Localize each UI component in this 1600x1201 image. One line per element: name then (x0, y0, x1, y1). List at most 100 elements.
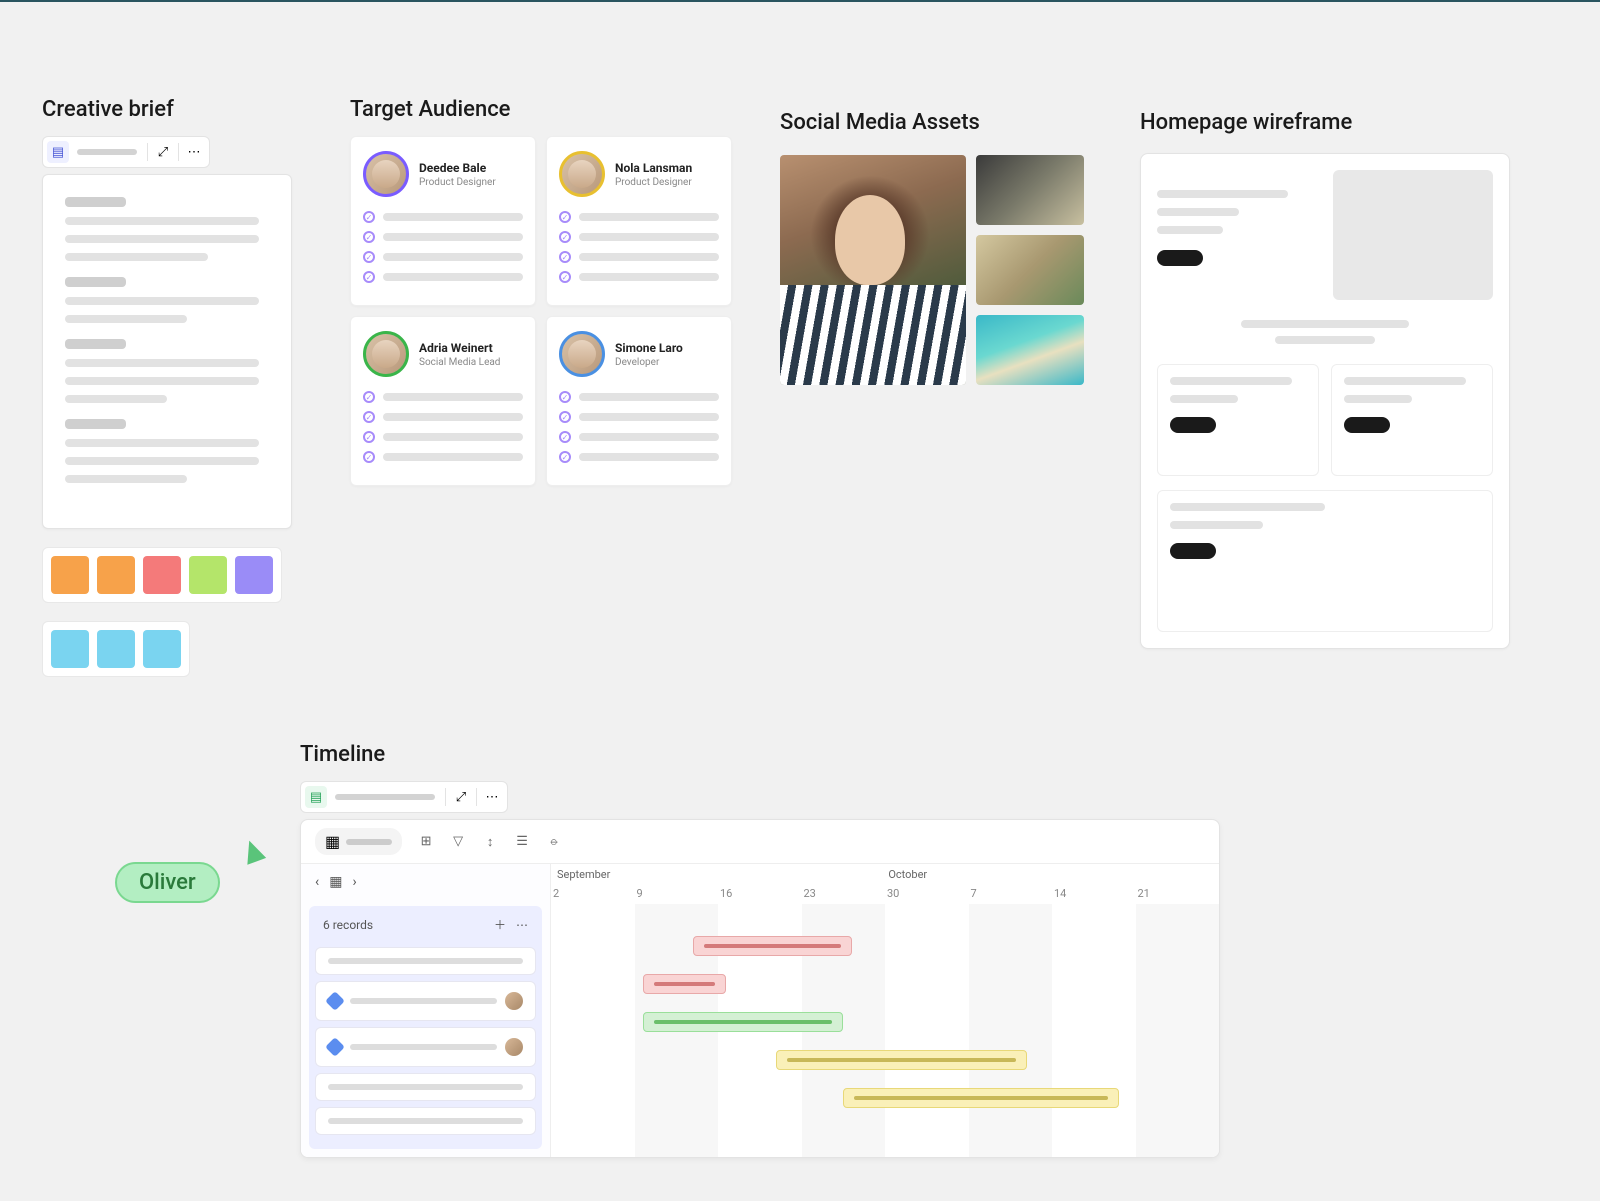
placeholder-line (1170, 521, 1263, 529)
collaborator-cursor: Oliver (115, 862, 220, 903)
asset-image-main[interactable] (780, 155, 966, 385)
placeholder-line (1157, 208, 1239, 216)
persona-check-row: ✓ (559, 271, 719, 283)
check-icon: ✓ (559, 391, 571, 403)
more-icon[interactable]: ⋯ (516, 918, 528, 932)
asset-grid (780, 155, 1084, 385)
timeline-record-row[interactable] (315, 947, 536, 975)
asset-image-thumb[interactable] (976, 315, 1084, 385)
placeholder-line (383, 253, 523, 261)
gantt-bar[interactable] (776, 1050, 1027, 1070)
filter-icon[interactable]: ▽ (450, 834, 466, 850)
check-icon: ✓ (363, 211, 375, 223)
asset-image-thumb[interactable] (976, 235, 1084, 305)
homepage-wireframe-title: Homepage wireframe (1140, 110, 1510, 135)
view-icon[interactable]: ⊞ (418, 834, 434, 850)
gantt-bar-inner (654, 982, 716, 986)
gantt-bar[interactable] (643, 974, 727, 994)
check-icon: ✓ (559, 211, 571, 223)
sticky-note[interactable] (97, 630, 135, 668)
database-source-chip[interactable]: ▦ (315, 828, 402, 855)
timeline-record-row[interactable] (315, 981, 536, 1021)
homepage-wireframe-canvas[interactable] (1140, 153, 1510, 649)
timeline-header: September October 2916233071421 (551, 864, 1219, 904)
wf-center-text (1157, 320, 1493, 344)
sticky-note[interactable] (189, 556, 227, 594)
timeline-widget[interactable]: ▦ ⊞ ▽ ↕ ☰ ⦵ ‹ ▦ › 6 records ＋ ⋯ (300, 819, 1220, 1158)
persona-check-row: ✓ (363, 431, 523, 443)
sort-icon[interactable]: ↕ (482, 834, 498, 850)
timeline-icon[interactable]: ▤ (305, 786, 327, 808)
asset-thumbnails (976, 155, 1084, 385)
next-icon[interactable]: › (352, 874, 356, 890)
more-icon[interactable]: ⋯ (481, 786, 503, 808)
persona-check-row: ✓ (559, 411, 719, 423)
placeholder-line (1170, 395, 1238, 403)
records-count: 6 records (323, 918, 373, 932)
timeline-record-row[interactable] (315, 1107, 536, 1135)
wf-card (1157, 364, 1319, 476)
persona-card[interactable]: Adria Weinert Social Media Lead ✓ ✓ ✓ ✓ (350, 316, 536, 486)
wf-hero-text (1157, 170, 1321, 300)
prev-icon[interactable]: ‹ (315, 874, 319, 890)
persona-check-row: ✓ (363, 411, 523, 423)
sticky-note[interactable] (143, 556, 181, 594)
sticky-note[interactable] (143, 630, 181, 668)
persona-header: Nola Lansman Product Designer (559, 151, 719, 197)
gantt-bar[interactable] (693, 936, 852, 956)
asset-image-thumb[interactable] (976, 155, 1084, 225)
more-icon[interactable]: ⋯ (183, 141, 205, 163)
calendar-icon[interactable]: ▦ (329, 874, 342, 890)
persona-check-row: ✓ (363, 251, 523, 263)
sticky-note[interactable] (97, 556, 135, 594)
pin-icon (325, 1037, 345, 1057)
sticky-note[interactable] (51, 630, 89, 668)
expand-icon[interactable]: ⤢ (152, 141, 174, 163)
placeholder-line (383, 273, 523, 281)
gantt-bar[interactable] (843, 1088, 1119, 1108)
check-icon: ✓ (363, 251, 375, 263)
persona-card[interactable]: Nola Lansman Product Designer ✓ ✓ ✓ ✓ (546, 136, 732, 306)
sticky-row-1 (42, 547, 282, 603)
timeline-record-row[interactable] (315, 1073, 536, 1101)
sticky-note[interactable] (235, 556, 273, 594)
timeline-title: Timeline (300, 742, 1220, 767)
placeholder-line (328, 1118, 523, 1124)
day-label: 14 (1052, 887, 1136, 900)
creative-brief-document[interactable] (42, 174, 292, 529)
timeline-column (551, 904, 635, 1157)
timeline-record-row[interactable] (315, 1027, 536, 1067)
persona-check-row: ✓ (559, 391, 719, 403)
sticky-note[interactable] (51, 556, 89, 594)
placeholder-line (383, 453, 523, 461)
target-audience-title: Target Audience (350, 97, 732, 122)
wf-button-placeholder (1170, 543, 1216, 559)
placeholder-line (65, 457, 259, 465)
wf-cards-row (1157, 364, 1493, 476)
document-icon[interactable]: ▤ (47, 141, 69, 163)
placeholder-line (65, 339, 126, 349)
group-icon[interactable]: ☰ (514, 834, 530, 850)
gantt-bar[interactable] (643, 1012, 843, 1032)
persona-role: Social Media Lead (419, 357, 500, 368)
timeline-column (885, 904, 969, 1157)
social-media-section: Social Media Assets (780, 110, 1084, 385)
add-record-icon[interactable]: ＋ (494, 918, 506, 932)
persona-header: Simone Laro Developer (559, 331, 719, 377)
widget-title-placeholder (77, 149, 137, 155)
placeholder-line (350, 1044, 497, 1050)
wf-button-placeholder (1344, 417, 1390, 433)
timeline-column (969, 904, 1053, 1157)
persona-name: Simone Laro (615, 341, 683, 355)
expand-icon[interactable]: ⤢ (450, 786, 472, 808)
wf-button-placeholder (1170, 417, 1216, 433)
avatar (559, 331, 605, 377)
persona-card[interactable]: Deedee Bale Product Designer ✓ ✓ ✓ ✓ (350, 136, 536, 306)
placeholder-line (1170, 377, 1292, 385)
persona-card[interactable]: Simone Laro Developer ✓ ✓ ✓ ✓ (546, 316, 732, 486)
timeline-nav: ‹ ▦ › (301, 864, 550, 900)
database-icon: ▦ (325, 832, 340, 851)
placeholder-line (1275, 336, 1376, 344)
hide-icon[interactable]: ⦵ (546, 834, 562, 850)
check-icon: ✓ (559, 411, 571, 423)
